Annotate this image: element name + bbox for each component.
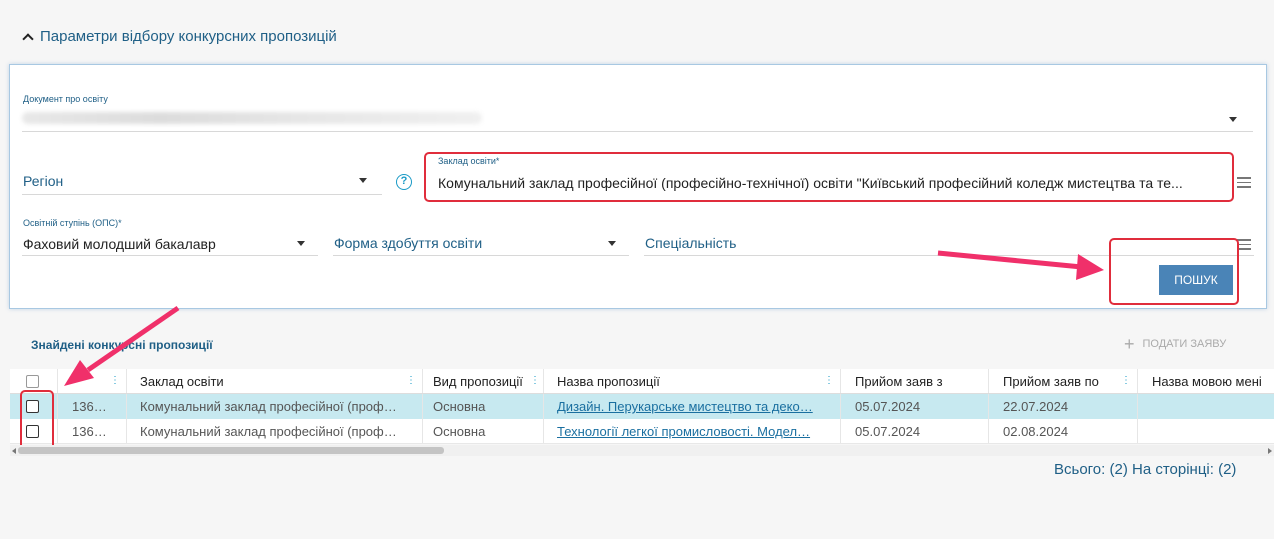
- header-type[interactable]: Вид пропозиції ⋮: [423, 369, 544, 393]
- column-menu-icon[interactable]: ⋮: [406, 375, 416, 386]
- degree-dropdown-icon[interactable]: [297, 241, 305, 246]
- header-name[interactable]: Назва пропозиції ⋮: [544, 369, 841, 393]
- header-name-lang[interactable]: Назва мовою мені: [1138, 369, 1274, 393]
- column-menu-icon[interactable]: ⋮: [1121, 375, 1131, 386]
- specialty-field[interactable]: Спеціальність: [645, 235, 736, 251]
- horizontal-scrollbar[interactable]: [10, 445, 1274, 456]
- cell-id: 136…: [58, 394, 127, 419]
- cell-name-link[interactable]: Технології легкої промисловості. Модел…: [544, 419, 841, 443]
- header-to[interactable]: Прийом заяв по ⋮: [989, 369, 1138, 393]
- study-form-select[interactable]: Форма здобуття освіти: [334, 235, 482, 251]
- region-dropdown-icon[interactable]: [359, 178, 367, 183]
- specialty-list-icon[interactable]: [1237, 239, 1251, 253]
- list-icon[interactable]: [1237, 177, 1251, 191]
- chevron-up-icon: [22, 32, 34, 45]
- results-table: ⋮ Заклад освіти ⋮ Вид пропозиції ⋮ Назва п…: [10, 369, 1274, 444]
- degree-select[interactable]: Фаховий молодший бакалавр: [23, 236, 216, 252]
- cell-to: 02.08.2024: [989, 419, 1138, 443]
- region-underline: [22, 194, 382, 195]
- table-header: ⋮ Заклад освіти ⋮ Вид пропозиції ⋮ Назва п…: [10, 369, 1274, 394]
- education-document-dropdown-icon[interactable]: [1229, 117, 1237, 122]
- apply-button[interactable]: + ПОДАТИ ЗАЯВУ: [1124, 334, 1227, 354]
- column-menu-icon[interactable]: ⋮: [110, 375, 120, 386]
- education-document-underline: [22, 131, 1253, 132]
- study-form-underline: [333, 255, 629, 256]
- highlight-box-institution: [424, 152, 1234, 202]
- highlight-box-search: [1109, 238, 1239, 305]
- scroll-left-icon[interactable]: [12, 448, 16, 454]
- section-toggle[interactable]: Параметри відбору конкурсних пропозицій: [22, 28, 337, 45]
- education-document-label: Документ про освіту: [23, 94, 108, 104]
- header-id[interactable]: ⋮: [58, 369, 127, 393]
- apply-button-label: ПОДАТИ ЗАЯВУ: [1142, 338, 1227, 350]
- plus-icon: +: [1124, 334, 1135, 354]
- header-from[interactable]: Прийом заяв з: [841, 369, 989, 393]
- highlight-box-checkboxes: [20, 390, 54, 450]
- header-institution[interactable]: Заклад освіти ⋮: [127, 369, 423, 393]
- section-title: Параметри відбору конкурсних пропозицій: [40, 28, 337, 45]
- table-row[interactable]: 136… Комунальний заклад професійної (про…: [10, 419, 1274, 444]
- cell-name-link[interactable]: Дизайн. Перукарське мистецтво та деко…: [544, 394, 841, 419]
- scroll-right-icon[interactable]: [1268, 448, 1272, 454]
- table-row[interactable]: 136… Комунальний заклад професійної (про…: [10, 394, 1274, 419]
- scroll-thumb[interactable]: [18, 447, 444, 454]
- cell-type: Основна: [423, 394, 544, 419]
- help-icon[interactable]: ?: [396, 174, 412, 190]
- cell-from: 05.07.2024: [841, 394, 989, 419]
- pagination-summary: Всього: (2) На сторінці: (2): [1054, 461, 1237, 478]
- cell-institution: Комунальний заклад професійної (проф…: [127, 394, 423, 419]
- cell-institution: Комунальний заклад професійної (проф…: [127, 419, 423, 443]
- cell-from: 05.07.2024: [841, 419, 989, 443]
- cell-type: Основна: [423, 419, 544, 443]
- cell-name-lang: [1138, 419, 1274, 443]
- degree-underline: [22, 255, 318, 256]
- cell-id: 136…: [58, 419, 127, 443]
- column-menu-icon[interactable]: ⋮: [824, 375, 834, 386]
- education-document-value[interactable]: [22, 112, 482, 124]
- region-select[interactable]: Регіон: [23, 173, 63, 189]
- results-title: Знайдені конкурсні пропозиції: [31, 338, 213, 352]
- column-menu-icon[interactable]: ⋮: [530, 375, 540, 386]
- degree-label: Освітній ступінь (ОПС)*: [23, 218, 122, 228]
- page-root: Параметри відбору конкурсних пропозицій …: [0, 0, 1274, 539]
- cell-to: 22.07.2024: [989, 394, 1138, 419]
- study-form-dropdown-icon[interactable]: [608, 241, 616, 246]
- cell-name-lang: [1138, 394, 1274, 419]
- select-all-checkbox[interactable]: [26, 375, 39, 388]
